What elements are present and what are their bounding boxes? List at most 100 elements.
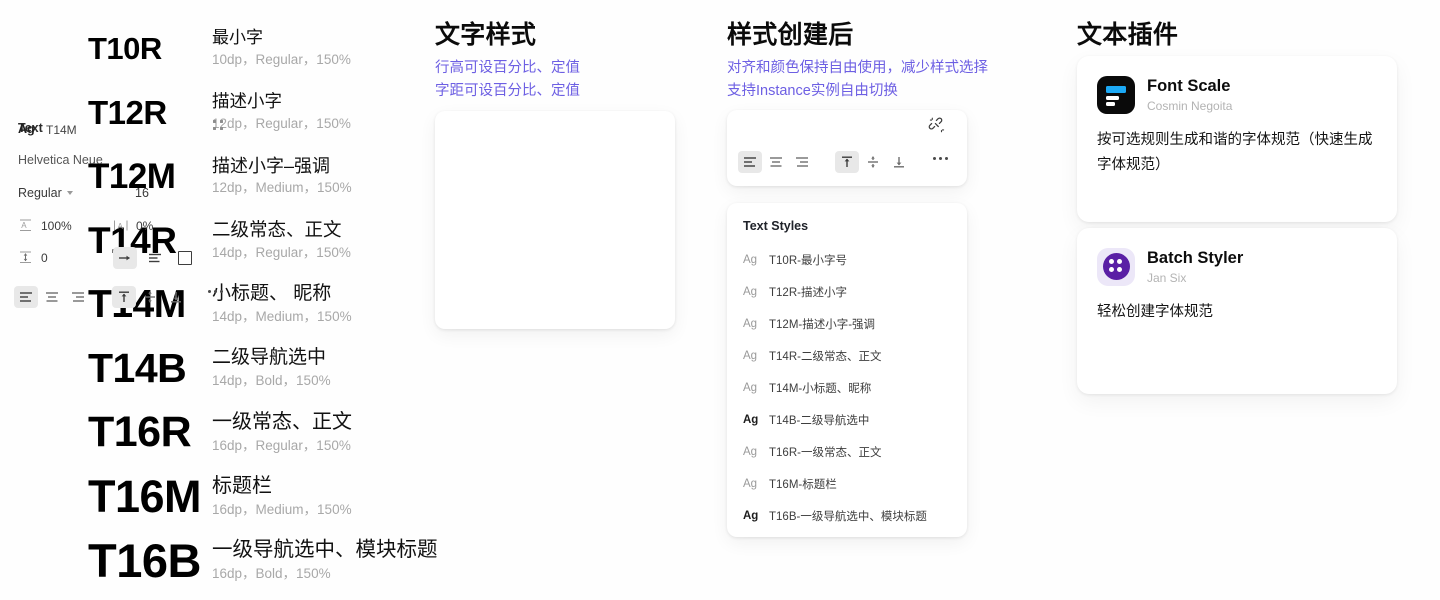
section-title: 样式创建后 (727, 21, 854, 49)
type-token: T16R (88, 407, 192, 456)
type-usage-name: 最小字 (212, 27, 263, 47)
text-resize-group (113, 247, 197, 269)
align-top-icon[interactable] (112, 286, 136, 308)
paragraph-spacing-icon (18, 250, 33, 265)
type-meta: 描述小字–强调 12dp，Medium，150% (204, 154, 438, 198)
font-weight-select[interactable]: Regular (18, 186, 73, 200)
text-vertical-align-group (112, 286, 188, 308)
type-spec: 12dp，Regular，150% (212, 115, 351, 131)
align-left-icon[interactable] (738, 151, 762, 173)
text-styles-heading: Text Styles (743, 219, 809, 233)
list-item[interactable]: Ag T12R-描述小字 (727, 276, 967, 308)
type-spec: 14dp，Bold，150% (212, 372, 331, 388)
fixed-size-icon[interactable] (173, 247, 197, 269)
section-heading-after-create: 样式创建后 对齐和颜色保持自由使用，减少样式选择 支持Instance实例自由切… (727, 20, 988, 102)
style-label: T14M-小标题、昵称 (769, 383, 872, 395)
align-left-icon[interactable] (14, 286, 38, 308)
line-height-field[interactable]: A 100% (18, 218, 72, 233)
align-right-icon[interactable] (790, 151, 814, 173)
section-heading-text-style: 文字样式 行高可设百分比、定值 字距可设百分比、定值 (435, 20, 580, 102)
list-item[interactable]: Ag T14R-二级常态、正文 (727, 340, 967, 372)
type-spec: 14dp，Medium，150% (212, 308, 352, 324)
letter-spacing-field[interactable]: A 0% (113, 218, 153, 233)
type-usage-name: 描述小字–强调 (212, 155, 331, 176)
paragraph-spacing-field[interactable]: 0 (18, 250, 48, 265)
list-item[interactable]: Ag T14M-小标题、昵称 (727, 372, 967, 404)
style-bar-more-button[interactable] (933, 157, 948, 160)
align-bottom-icon[interactable] (887, 151, 911, 173)
align-bottom-icon[interactable] (164, 286, 188, 308)
plugin-header: Font Scale Cosmin Negoita (1077, 56, 1397, 114)
style-preview-ag: Ag (743, 446, 758, 458)
style-preview-ag: Ag (743, 478, 758, 490)
type-meta: 最小字 10dp，Regular，150% (204, 27, 438, 70)
font-family-field[interactable]: Helvetica Neue (18, 153, 103, 167)
type-usage-name: 一级常态、正文 (212, 410, 352, 433)
type-spec: 10dp，Regular，150% (212, 51, 351, 67)
type-token: T10R (88, 30, 162, 66)
align-center-icon[interactable] (764, 151, 788, 173)
plugin-header: Batch Styler Jan Six (1077, 228, 1397, 286)
auto-height-icon[interactable] (143, 247, 167, 269)
section-subtitle-line-2: 支持Instance实例自由切换 (727, 82, 898, 99)
style-preview-ag: Ag (743, 286, 758, 298)
list-item[interactable]: Ag T16M-标题栏 (727, 468, 967, 500)
broken-link-icon[interactable] (928, 116, 946, 134)
type-meta: 小标题、 昵称 14dp，Medium，150% (204, 281, 438, 327)
style-preview-ag: Ag (743, 350, 758, 362)
plugin-name: Batch Styler (1147, 249, 1244, 268)
type-scale-row: T16R 一级常态、正文 16dp，Regular，150% (88, 400, 438, 464)
plugin-author: Cosmin Negoita (1147, 98, 1233, 113)
svg-text:A: A (118, 222, 124, 231)
applied-style-name[interactable]: T14M (46, 123, 77, 137)
align-right-icon[interactable] (66, 286, 90, 308)
type-usage-name: 二级常态、正文 (212, 218, 342, 240)
list-item[interactable]: Ag T10R-最小字号 (727, 244, 967, 276)
type-usage-name: 一级导航选中、模块标题 (212, 538, 438, 562)
style-preview-ag: Ag (743, 414, 759, 426)
type-token: T16M (88, 470, 202, 522)
drag-handle-icon[interactable] (213, 120, 223, 130)
typography-spec-page: T10R 最小字 10dp，Regular，150% T12R 描述小字 12d… (0, 0, 1440, 600)
list-item[interactable]: Ag T12M-描述小字-强调 (727, 308, 967, 340)
plugin-card-batch-styler[interactable]: Batch Styler Jan Six 轻松创建字体规范 (1077, 228, 1397, 394)
list-item[interactable]: Ag T16R-一级常态、正文 (727, 436, 967, 468)
align-middle-icon[interactable] (138, 286, 162, 308)
letter-spacing-icon: A (113, 218, 129, 233)
plugin-description: 按可选规则生成和谐的字体规范（快速生成字体规范） (1097, 132, 1373, 173)
type-scale-row: T14B 二级导航选中 14dp，Bold，150% (88, 336, 438, 400)
plugin-author: Jan Six (1147, 270, 1187, 285)
font-weight-value: Regular (18, 186, 62, 200)
font-size-field[interactable]: 16 (135, 186, 149, 200)
type-spec: 16dp，Regular，150% (212, 437, 351, 453)
text-properties-panel (435, 111, 675, 329)
type-token: T12R (88, 93, 167, 131)
type-spec: 16dp，Bold，150% (212, 565, 331, 581)
style-vertical-align-group (835, 151, 911, 173)
batch-styler-icon (1097, 248, 1135, 286)
type-meta: 一级常态、正文 16dp，Regular，150% (204, 409, 438, 456)
style-label: T10R-最小字号 (769, 255, 847, 267)
auto-width-icon[interactable] (113, 247, 137, 269)
align-middle-icon[interactable] (861, 151, 885, 173)
type-usage-name: 二级导航选中 (212, 347, 327, 369)
type-token: T16B (88, 533, 201, 587)
plugin-name: Font Scale (1147, 77, 1231, 96)
list-item[interactable]: Ag T16B-一级导航选中、模块标题 (727, 500, 967, 532)
type-scale-row: T10R 最小字 10dp，Regular，150% (88, 16, 438, 80)
type-scale-row: T12R 描述小字 12dp，Regular，150% (88, 80, 438, 144)
list-item[interactable]: Ag T14B-二级导航选中 (727, 404, 967, 436)
svg-text:A: A (21, 221, 27, 230)
section-title: 文字样式 (435, 21, 537, 49)
text-panel-more-button[interactable] (208, 290, 223, 293)
plugin-card-font-scale[interactable]: Font Scale Cosmin Negoita 按可选规则生成和谐的字体规范… (1077, 56, 1397, 222)
type-meta: 二级常态、正文 14dp，Regular，150% (204, 218, 438, 263)
type-scale-row: T16B 一级导航选中、模块标题 16dp，Bold，150% (88, 528, 438, 592)
type-scale-row: T16M 标题栏 16dp，Medium，150% (88, 464, 438, 528)
section-heading-plugins: 文本插件 (1077, 20, 1178, 57)
style-preview-ag: Ag (743, 318, 758, 330)
align-top-icon[interactable] (835, 151, 859, 173)
align-center-icon[interactable] (40, 286, 64, 308)
chevron-down-icon (66, 191, 73, 195)
plugin-meta: Font Scale Cosmin Negoita (1147, 77, 1232, 113)
